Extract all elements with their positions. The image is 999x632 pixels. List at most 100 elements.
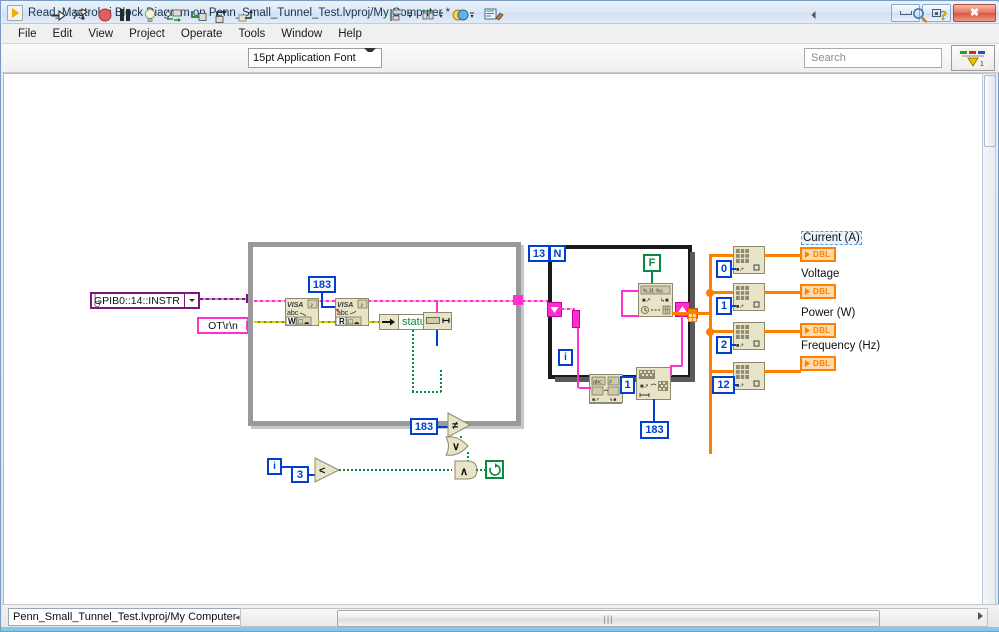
wire-out-voltage [764, 291, 801, 294]
svg-text:?: ? [940, 9, 947, 23]
block-diagram-canvas[interactable]: IO GPIB0::14::INSTR OT\r\n 183 VISA ♪ ab… [3, 73, 984, 605]
clean-up-diagram-icon[interactable] [483, 5, 505, 25]
distribute-objects-icon[interactable] [420, 5, 446, 25]
retain-wire-values-icon[interactable] [164, 5, 184, 25]
chevron-down-icon[interactable] [184, 294, 198, 307]
search-collapse-icon[interactable] [809, 5, 819, 25]
visa-read-node[interactable]: VISA ♪ abc R ☐☁ [335, 298, 369, 326]
output-label-current[interactable]: Current (A) [801, 231, 862, 245]
less-than-node[interactable]: < [314, 457, 342, 488]
vertical-scrollbar-thumb[interactable] [984, 75, 996, 147]
string-subset-node[interactable]: ■↗ [636, 367, 671, 400]
abort-execution-icon[interactable] [96, 5, 114, 25]
help-icon[interactable]: ? [937, 5, 953, 25]
shift-register-left[interactable] [547, 302, 562, 317]
iteration-terminal[interactable]: i [267, 458, 282, 475]
index-array-node[interactable]: ■↗ [733, 283, 765, 311]
menu-file[interactable]: File [10, 26, 45, 42]
highlight-execution-icon[interactable] [141, 5, 159, 25]
wire-array-branch-0 [709, 254, 734, 257]
menu-window[interactable]: Window [273, 26, 330, 42]
output-label-power[interactable]: Power (W) [801, 307, 855, 319]
project-path-box[interactable]: Penn_Small_Tunnel_Test.lvproj/My Compute… [8, 608, 242, 626]
visa-resource-value: GPIB0::14::INSTR [94, 294, 180, 307]
project-path: Penn_Small_Tunnel_Test.lvproj/My Compute… [13, 611, 237, 623]
index-constant-1[interactable]: 1 [716, 297, 732, 315]
spreadsheet-string-to-array-node[interactable]: %.3f, %s ■↗ ↳■ [638, 283, 673, 317]
run-continuously-icon[interactable] [71, 5, 89, 25]
for-loop-count-constant[interactable]: 13 [528, 245, 550, 262]
wire-index0 [731, 268, 736, 270]
search-icon[interactable] [910, 5, 930, 25]
command-string-constant[interactable]: OT\r\n [197, 317, 249, 334]
menu-edit[interactable]: Edit [45, 26, 81, 42]
search-input[interactable]: Search [804, 48, 942, 68]
close-button[interactable]: ✖ [953, 4, 996, 22]
svg-text:%.3f, %s: %.3f, %s [643, 289, 663, 295]
wire-string-up [621, 290, 623, 316]
menu-tools[interactable]: Tools [230, 26, 273, 42]
labview-block-diagram-window: Read_Magtrol.vi Block Diagram on Penn_Sm… [0, 0, 999, 632]
step-out-icon[interactable] [237, 5, 255, 25]
error-unbundle-node[interactable] [379, 314, 399, 330]
output-label-voltage[interactable]: Voltage [801, 268, 839, 280]
for-loop-iteration-terminal[interactable]: i [558, 349, 573, 366]
svg-text:abc: abc [287, 310, 299, 317]
wire-string-to-length [436, 300, 438, 313]
svg-text:↳■: ↳■ [609, 397, 616, 402]
window-bottom-accent [1, 627, 999, 631]
wire-stub-to-match [579, 387, 591, 389]
visa-resource-control[interactable]: IO GPIB0::14::INSTR [90, 292, 200, 309]
while-loop[interactable] [248, 242, 521, 426]
wire-length-to-compare [436, 330, 438, 346]
labview-run-arrow-icon [7, 4, 23, 21]
menu-help[interactable]: Help [330, 26, 370, 42]
svg-text:☐☁: ☐☁ [348, 319, 359, 325]
horizontal-scrollbar[interactable]: ||| [240, 608, 988, 627]
indicator-power[interactable]: DBL [800, 323, 836, 338]
step-over-icon[interactable] [213, 5, 233, 25]
align-objects-icon[interactable] [389, 5, 415, 25]
index-constant-0[interactable]: 0 [716, 260, 732, 278]
vertical-scrollbar[interactable] [982, 73, 996, 605]
wire-index1 [731, 305, 736, 307]
wire-string-branch [621, 315, 639, 317]
scroll-right-arrow-icon[interactable] [978, 612, 983, 620]
string-length-node[interactable] [423, 312, 452, 330]
svg-text:≠: ≠ [452, 420, 458, 432]
pause-icon[interactable] [117, 5, 133, 25]
svg-text:■↗: ■↗ [640, 384, 649, 390]
run-arrow-icon[interactable] [49, 5, 67, 25]
wire-sheet-to-tunnel [672, 312, 688, 315]
font-selector[interactable]: 15pt Application Font [248, 48, 382, 68]
for-loop-count-terminal[interactable]: N [549, 245, 566, 262]
loop-count-constant[interactable]: 3 [291, 466, 309, 483]
menu-operate[interactable]: Operate [173, 26, 231, 42]
length-constant[interactable]: 183 [640, 421, 669, 439]
false-constant[interactable]: F [643, 254, 661, 272]
loop-condition-terminal[interactable] [485, 460, 504, 479]
shift-register-stub [572, 310, 580, 328]
indicator-current[interactable]: DBL [800, 247, 836, 262]
index-array-node[interactable]: ■↗ [733, 322, 765, 350]
byte-count-constant[interactable]: 183 [308, 276, 336, 293]
offset-constant[interactable]: 1 [620, 376, 635, 394]
step-into-icon[interactable] [189, 5, 209, 25]
horizontal-scrollbar-thumb[interactable]: ||| [337, 610, 880, 627]
index-array-node[interactable]: ■↗ [733, 246, 765, 274]
visa-write-node[interactable]: VISA ♪ abc W ☐☁ [285, 298, 319, 326]
index-constant-12[interactable]: 12 [712, 376, 735, 394]
indicator-voltage[interactable]: DBL [800, 284, 836, 299]
length-compare-constant[interactable]: 183 [410, 418, 438, 435]
collapse-arrow-icon[interactable]: ◂ [235, 612, 240, 623]
output-label-frequency[interactable]: Frequency (Hz) [801, 340, 880, 352]
search-placeholder: Search [811, 52, 846, 64]
reorder-icon[interactable] [451, 5, 477, 25]
menu-project[interactable]: Project [121, 26, 173, 42]
match-pattern-node[interactable]: abc # ■↗ ↳■ [589, 374, 623, 403]
menu-view[interactable]: View [80, 26, 121, 42]
and-gate-node[interactable]: ∧ [453, 458, 481, 487]
index-constant-2[interactable]: 2 [716, 336, 732, 354]
labview-logo-icon[interactable]: 1 [951, 45, 995, 71]
indicator-frequency[interactable]: DBL [800, 356, 836, 371]
